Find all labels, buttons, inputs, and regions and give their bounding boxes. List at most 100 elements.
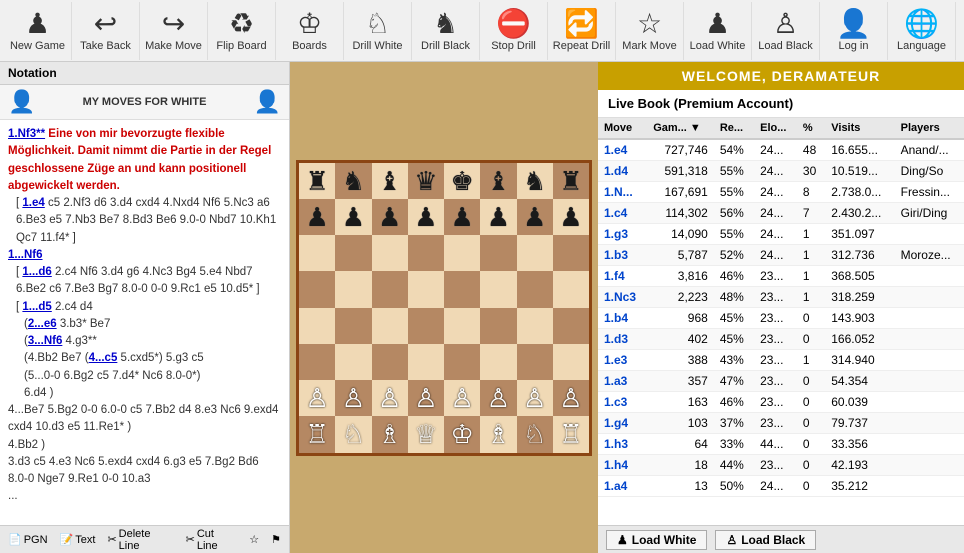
chess-board[interactable]: ♜♞♝♛♚♝♞♜♟♟♟♟♟♟♟♟♙♙♙♙♙♙♙♙♖♘♗♕♔♗♘♖ [296,160,592,456]
square-b6[interactable] [335,235,371,271]
piece-wq-d1[interactable]: ♕ [414,421,437,447]
piece-bp-a7[interactable]: ♟ [305,204,328,230]
piece-bp-d7[interactable]: ♟ [414,204,437,230]
col-pct[interactable]: % [797,118,825,139]
square-g4[interactable] [517,308,553,344]
new-game-button[interactable]: ♟ New Game [4,2,72,60]
square-f7[interactable]: ♟ [480,199,516,235]
square-b7[interactable]: ♟ [335,199,371,235]
square-g5[interactable] [517,271,553,307]
nota-1nf6[interactable]: 1...Nf6 [8,249,43,261]
piece-wp-a2[interactable]: ♙ [305,385,328,411]
square-d4[interactable] [408,308,444,344]
nota-e4[interactable]: 1.e4 [22,197,44,209]
square-a7[interactable]: ♟ [299,199,335,235]
square-h2[interactable]: ♙ [553,380,589,416]
move-link-1[interactable]: 1.d4 [604,164,628,178]
move-link-14[interactable]: 1.h3 [604,437,628,451]
piece-wp-h2[interactable]: ♙ [559,385,582,411]
piece-wr-h1[interactable]: ♖ [559,421,582,447]
square-d5[interactable] [408,271,444,307]
piece-wr-a1[interactable]: ♖ [305,421,328,447]
square-b1[interactable]: ♘ [335,416,371,452]
square-c3[interactable] [372,344,408,380]
piece-bq-d8[interactable]: ♛ [414,168,437,194]
text-button[interactable]: 📝 Text [56,532,100,547]
piece-bp-b7[interactable]: ♟ [342,204,365,230]
piece-wp-e2[interactable]: ♙ [450,385,473,411]
square-d1[interactable]: ♕ [408,416,444,452]
move-link-6[interactable]: 1.f4 [604,269,625,283]
square-c5[interactable] [372,271,408,307]
square-a4[interactable] [299,308,335,344]
square-f2[interactable]: ♙ [480,380,516,416]
table-scroll[interactable]: Move Gam... ▼ Re... Elo... % Visits Play… [598,118,964,525]
piece-wk-e1[interactable]: ♔ [450,421,473,447]
square-h8[interactable]: ♜ [553,163,589,199]
square-f8[interactable]: ♝ [480,163,516,199]
square-b4[interactable] [335,308,371,344]
square-f1[interactable]: ♗ [480,416,516,452]
move-link-7[interactable]: 1.Nc3 [604,290,636,304]
square-g6[interactable] [517,235,553,271]
square-c1[interactable]: ♗ [372,416,408,452]
square-e4[interactable] [444,308,480,344]
square-a1[interactable]: ♖ [299,416,335,452]
nota-4c5[interactable]: 4...c5 [89,352,118,364]
piece-wb-c1[interactable]: ♗ [378,421,401,447]
drill-black-button[interactable]: ♞ Drill Black [412,2,480,60]
square-f3[interactable] [480,344,516,380]
piece-bb-f8[interactable]: ♝ [487,168,510,194]
mark-move-button[interactable]: ☆ Mark Move [616,2,684,60]
col-players[interactable]: Players [895,118,964,139]
footer-load-white-button[interactable]: ♟ Load White [606,530,707,550]
square-f4[interactable] [480,308,516,344]
col-visits[interactable]: Visits [825,118,894,139]
piece-wp-f2[interactable]: ♙ [487,385,510,411]
square-e1[interactable]: ♔ [444,416,480,452]
move-link-0[interactable]: 1.e4 [604,143,627,157]
piece-wp-c2[interactable]: ♙ [378,385,401,411]
flip-board-button[interactable]: ♻ Flip Board [208,2,276,60]
square-d8[interactable]: ♛ [408,163,444,199]
piece-bn-g8[interactable]: ♞ [523,168,546,194]
piece-bp-e7[interactable]: ♟ [450,204,473,230]
square-d6[interactable] [408,235,444,271]
cut-line-button[interactable]: ✂ Cut Line [182,527,242,553]
square-c4[interactable] [372,308,408,344]
footer-load-black-button[interactable]: ♙ Load Black [715,530,816,550]
piece-wp-g2[interactable]: ♙ [523,385,546,411]
square-b3[interactable] [335,344,371,380]
square-b5[interactable] [335,271,371,307]
square-f6[interactable] [480,235,516,271]
square-d2[interactable]: ♙ [408,380,444,416]
repeat-drill-button[interactable]: 🔁 Repeat Drill [548,2,616,60]
piece-bp-c7[interactable]: ♟ [378,204,401,230]
stop-drill-button[interactable]: ⛔ Stop Drill [480,2,548,60]
col-re[interactable]: Re... [714,118,754,139]
move-link-13[interactable]: 1.g4 [604,416,628,430]
square-h1[interactable]: ♖ [553,416,589,452]
piece-br-h8[interactable]: ♜ [559,168,582,194]
square-e7[interactable]: ♟ [444,199,480,235]
square-c6[interactable] [372,235,408,271]
move-link-15[interactable]: 1.h4 [604,458,628,472]
square-d3[interactable] [408,344,444,380]
delete-line-button[interactable]: ✂ Delete Line [103,527,177,553]
flag-button[interactable]: ⚑ [267,532,285,547]
square-f5[interactable] [480,271,516,307]
nota-e6[interactable]: 2...e6 [28,318,57,330]
move-link-16[interactable]: 1.a4 [604,479,627,493]
load-black-button[interactable]: ♙ Load Black [752,2,820,60]
square-g3[interactable] [517,344,553,380]
square-h6[interactable] [553,235,589,271]
piece-wn-g1[interactable]: ♘ [523,421,546,447]
square-c7[interactable]: ♟ [372,199,408,235]
square-c8[interactable]: ♝ [372,163,408,199]
square-g2[interactable]: ♙ [517,380,553,416]
square-h5[interactable] [553,271,589,307]
square-g7[interactable]: ♟ [517,199,553,235]
square-g8[interactable]: ♞ [517,163,553,199]
move-link-12[interactable]: 1.c3 [604,395,627,409]
square-c2[interactable]: ♙ [372,380,408,416]
